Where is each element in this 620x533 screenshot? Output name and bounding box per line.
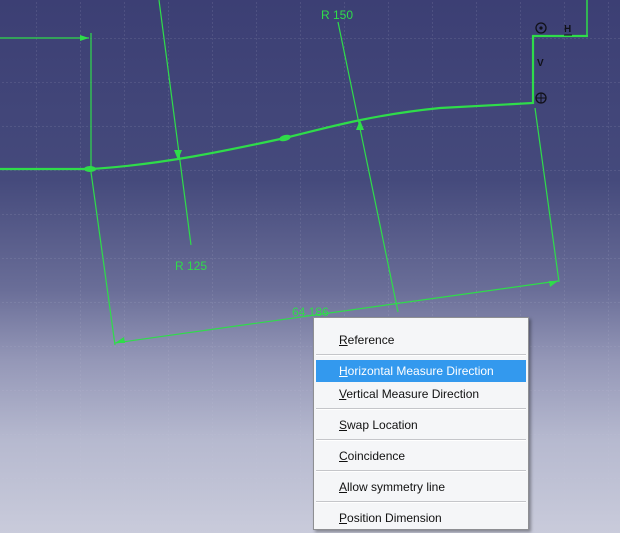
spline-point-left[interactable] (84, 166, 96, 172)
menu-item-coincidence[interactable]: Coincidence (316, 445, 526, 467)
menu-item-allow-symmetry-line[interactable]: Allow symmetry line (316, 476, 526, 498)
context-menu: Reference Horizontal Measure Direction V… (313, 317, 529, 530)
radius-label-bottom[interactable]: R 125 (175, 259, 207, 273)
coincidence-constraint-bottom[interactable] (535, 92, 547, 104)
menu-item-horizontal-measure-direction[interactable]: Horizontal Measure Direction (316, 360, 526, 382)
menu-separator (316, 439, 526, 441)
menu-separator (316, 408, 526, 410)
sketch-canvas[interactable]: R 150 R 125 64.186 H V Reference Horizon… (0, 0, 620, 533)
menu-item-position-dimension[interactable]: Position Dimension (316, 507, 526, 529)
radius-label-top[interactable]: R 150 (321, 8, 353, 22)
menu-item-vertical-measure-direction[interactable]: Vertical Measure Direction (316, 383, 526, 405)
menu-separator (316, 354, 526, 356)
menu-separator (316, 470, 526, 472)
menu-item-swap-location[interactable]: Swap Location (316, 414, 526, 436)
horizontal-constraint-icon[interactable]: H (564, 24, 571, 35)
menu-item-reference[interactable]: Reference (316, 329, 526, 351)
vertical-constraint-icon[interactable]: V (537, 58, 544, 69)
menu-separator (316, 501, 526, 503)
